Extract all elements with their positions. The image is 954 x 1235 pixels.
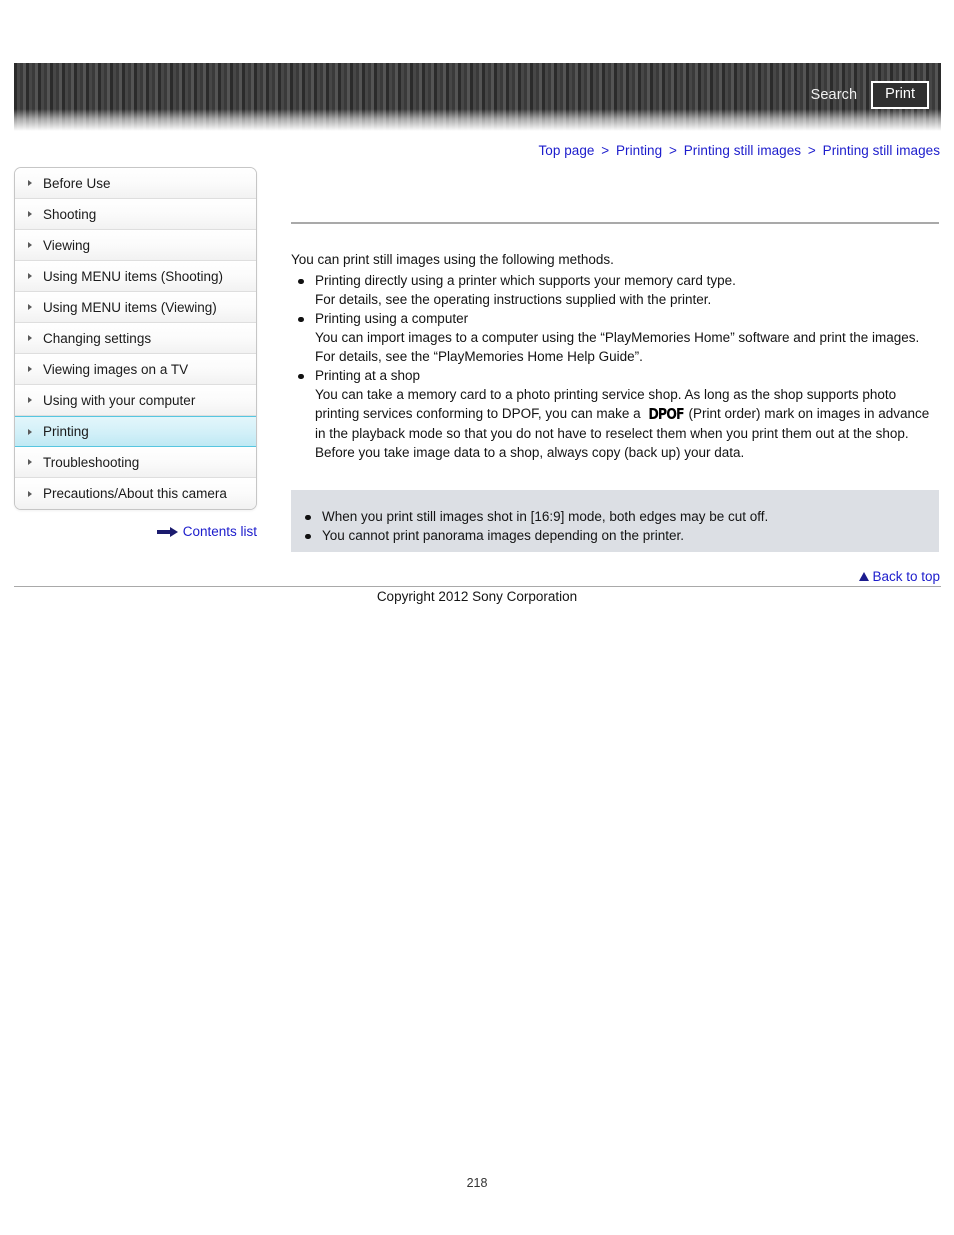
chevron-right-icon: [28, 180, 32, 186]
sidebar-item-before-use[interactable]: Before Use: [15, 168, 256, 199]
arrow-right-icon: [156, 526, 179, 537]
sidebar-item-using-menu-items-viewing[interactable]: Using MENU items (Viewing): [15, 292, 256, 323]
method-detail-text-with-logo: You can take a memory card to a photo pr…: [291, 385, 939, 462]
list-item: Printing at a shop: [291, 366, 939, 385]
method-detail-text: For details, see the operating instructi…: [315, 292, 712, 307]
print-button[interactable]: Print: [871, 81, 929, 109]
main-content: You can print still images using the fol…: [291, 222, 939, 462]
sidebar-item-label: Precautions/About this camera: [43, 486, 227, 501]
contents-list-label: Contents list: [182, 524, 257, 539]
dpof-logo: DPOF: [648, 405, 685, 423]
breadcrumb-item-printing-still-images[interactable]: Printing still images: [684, 143, 801, 158]
sidebar-item-changing-settings[interactable]: Changing settings: [15, 323, 256, 354]
chevron-right-icon: [28, 242, 32, 248]
chevron-right-icon: [28, 490, 32, 497]
search-link[interactable]: Search: [811, 87, 858, 103]
back-to-top-link[interactable]: Back to top: [859, 569, 940, 584]
sidebar-item-troubleshooting[interactable]: Troubleshooting: [15, 447, 256, 478]
breadcrumb-separator: >: [807, 143, 816, 158]
breadcrumb: Top page > Printing > Printing still ima…: [538, 143, 940, 158]
list-item: Printing directly using a printer which …: [291, 271, 939, 290]
header-stripe-texture: [14, 63, 941, 131]
sidebar-item-label: Viewing: [43, 237, 91, 253]
triangle-up-icon: [859, 572, 870, 581]
chevron-right-icon: [28, 273, 32, 279]
chevron-right-icon: [28, 366, 32, 372]
footer-divider: [14, 586, 941, 587]
chevron-right-icon: [28, 459, 32, 465]
sidebar-item-label: Shooting: [43, 206, 97, 222]
sidebar-item-printing[interactable]: Printing: [15, 416, 256, 447]
sidebar-navigation: Before Use Shooting Viewing Using MENU i…: [14, 167, 257, 510]
chevron-right-icon: [28, 304, 32, 310]
method-detail-text: You can import images to a computer usin…: [315, 330, 920, 345]
sidebar-item-using-menu-items-shooting[interactable]: Using MENU items (Shooting): [15, 261, 256, 292]
intro-paragraph: You can print still images using the fol…: [291, 252, 614, 267]
printing-methods-list: Printing directly using a printer which …: [291, 271, 939, 462]
sidebar-item-label: Changing settings: [43, 330, 152, 346]
chevron-right-icon: [28, 335, 32, 341]
list-item: You cannot print panorama images dependi…: [291, 526, 939, 545]
sidebar-item-precautions-about-this-camera[interactable]: Precautions/About this camera: [15, 478, 256, 509]
method-detail-text: For details, see the “PlayMemories Home …: [315, 349, 643, 364]
sidebar-item-using-with-your-computer[interactable]: Using with your computer: [15, 385, 256, 416]
sidebar-item-viewing[interactable]: Viewing: [15, 230, 256, 261]
chevron-right-icon: [28, 428, 32, 435]
header-actions: Search Print: [811, 81, 929, 109]
sidebar-item-viewing-images-on-a-tv[interactable]: Viewing images on a TV: [15, 354, 256, 385]
notes-list: When you print still images shot in [16:…: [291, 507, 939, 545]
chevron-right-icon: [28, 211, 32, 217]
chevron-right-icon: [28, 397, 32, 403]
sidebar-item-label: Using MENU items (Shooting): [43, 268, 224, 284]
sidebar-item-label: Using with your computer: [43, 392, 196, 408]
page-number: 218: [466, 1176, 488, 1190]
breadcrumb-item-top-page[interactable]: Top page: [538, 143, 594, 158]
breadcrumb-separator: >: [669, 143, 677, 158]
sidebar-item-label: Using MENU items (Viewing): [43, 299, 217, 315]
method-bullet-text: Printing using a computer: [315, 311, 469, 326]
sidebar-item-label: Troubleshooting: [43, 454, 140, 470]
copyright-text: Copyright 2012 Sony Corporation: [376, 589, 578, 604]
notes-box: When you print still images shot in [16:…: [291, 490, 939, 552]
contents-list-link[interactable]: Contents list: [14, 524, 257, 539]
breadcrumb-separator: >: [601, 143, 610, 158]
sidebar-item-label: Before Use: [43, 175, 111, 191]
method-bullet-text: Printing at a shop: [315, 368, 421, 383]
list-item: When you print still images shot in [16:…: [291, 507, 939, 526]
sidebar-item-shooting[interactable]: Shooting: [15, 199, 256, 230]
sidebar-item-label: Viewing images on a TV: [43, 361, 189, 377]
list-item: Printing using a computer: [291, 309, 939, 328]
breadcrumb-item-printing[interactable]: Printing: [616, 143, 662, 158]
content-divider: [291, 222, 939, 224]
breadcrumb-item-current[interactable]: Printing still images: [823, 143, 940, 158]
method-bullet-text: Printing directly using a printer which …: [315, 273, 736, 288]
header-banner: Search Print: [14, 63, 941, 131]
back-to-top-label: Back to top: [872, 569, 940, 584]
sidebar-item-label: Printing: [43, 424, 89, 439]
